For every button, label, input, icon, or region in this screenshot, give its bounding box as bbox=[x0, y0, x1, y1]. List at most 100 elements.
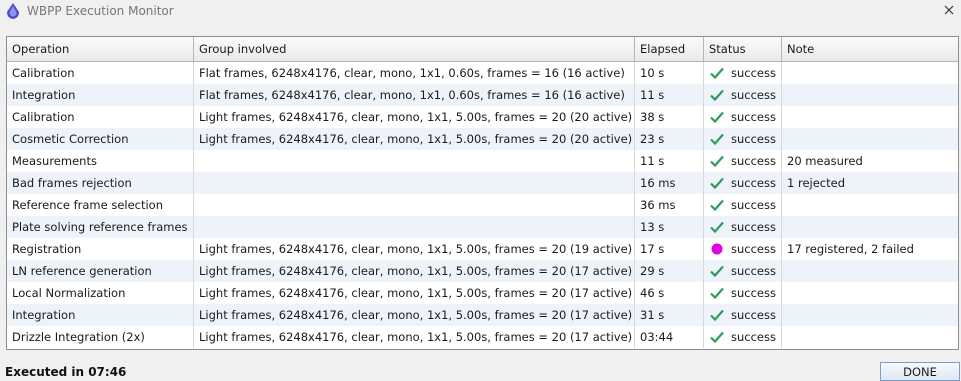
elapsed-cell: 13 s bbox=[635, 216, 704, 238]
operation-cell: Bad frames rejection bbox=[7, 172, 194, 194]
status-content: success bbox=[709, 260, 781, 282]
table-row[interactable]: LN reference generation Light frames, 624… bbox=[7, 260, 958, 282]
execution-time-label: Executed in 07:46 bbox=[5, 365, 127, 379]
group-cell bbox=[194, 216, 635, 238]
header-note[interactable]: Note bbox=[782, 37, 958, 61]
elapsed-cell: 29 s bbox=[635, 260, 704, 282]
status-content: success bbox=[709, 150, 781, 172]
operation-cell: LN reference generation bbox=[7, 260, 194, 282]
table-row[interactable]: Reference frame selection 36 ms success bbox=[7, 194, 958, 216]
note-cell bbox=[782, 216, 958, 238]
group-cell bbox=[194, 194, 635, 216]
note-cell bbox=[782, 128, 958, 150]
status-content: success bbox=[709, 194, 781, 216]
note-cell bbox=[782, 106, 958, 128]
table-header: Operation Group involved Elapsed Status … bbox=[7, 37, 958, 62]
table-row[interactable]: Calibration Flat frames, 6248x4176, clear… bbox=[7, 62, 958, 84]
pixinsight-logo-icon bbox=[7, 3, 19, 19]
elapsed-cell: 10 s bbox=[635, 62, 704, 84]
elapsed-cell: 17 s bbox=[635, 238, 704, 260]
status-cell: success bbox=[704, 260, 782, 282]
status-cell: success bbox=[704, 238, 782, 260]
header-status[interactable]: Status bbox=[704, 37, 782, 61]
table-row[interactable]: Integration Light frames, 6248x4176, clea… bbox=[7, 304, 958, 326]
check-icon bbox=[710, 155, 724, 168]
status-content: success bbox=[709, 84, 781, 106]
operation-cell: Registration bbox=[7, 238, 194, 260]
note-cell bbox=[782, 62, 958, 84]
check-icon bbox=[710, 111, 724, 124]
status-cell: success bbox=[704, 304, 782, 326]
elapsed-cell: 11 s bbox=[635, 84, 704, 106]
operation-cell: Calibration bbox=[7, 62, 194, 84]
window-title: WBPP Execution Monitor bbox=[27, 4, 174, 18]
elapsed-cell: 11 s bbox=[635, 150, 704, 172]
status-text: success bbox=[731, 264, 776, 278]
status-text: success bbox=[731, 286, 776, 300]
note-cell bbox=[782, 282, 958, 304]
status-cell: success bbox=[704, 172, 782, 194]
table-row[interactable]: Plate solving reference frames 13 s succes… bbox=[7, 216, 958, 238]
group-cell bbox=[194, 172, 635, 194]
check-icon bbox=[710, 177, 724, 190]
status-text: success bbox=[731, 198, 776, 212]
status-content: success bbox=[709, 282, 781, 304]
status-content: success bbox=[709, 304, 781, 326]
table-row[interactable]: Calibration Light frames, 6248x4176, clea… bbox=[7, 106, 958, 128]
table-row[interactable]: Integration Flat frames, 6248x4176, clear… bbox=[7, 84, 958, 106]
group-cell bbox=[194, 150, 635, 172]
check-icon bbox=[710, 133, 724, 146]
group-cell: Light frames, 6248x4176, clear, mono, 1x… bbox=[194, 260, 635, 282]
status-text: success bbox=[731, 110, 776, 124]
table-row[interactable]: Registration Light frames, 6248x4176, cle… bbox=[7, 238, 958, 260]
status-cell: success bbox=[704, 62, 782, 84]
status-text: success bbox=[731, 66, 776, 80]
check-icon bbox=[710, 89, 724, 102]
status-text: success bbox=[731, 132, 776, 146]
table-row[interactable]: Drizzle Integration (2x) Light frames, 62… bbox=[7, 326, 958, 348]
elapsed-cell: 38 s bbox=[635, 106, 704, 128]
status-content: success bbox=[709, 326, 781, 348]
operation-cell: Reference frame selection bbox=[7, 194, 194, 216]
title-bar: WBPP Execution Monitor bbox=[0, 0, 961, 25]
close-icon[interactable] bbox=[941, 2, 957, 18]
group-cell: Light frames, 6248x4176, clear, mono, 1x… bbox=[194, 128, 635, 150]
table-row[interactable]: Cosmetic Correction Light frames, 6248x41… bbox=[7, 128, 958, 150]
header-operation[interactable]: Operation bbox=[7, 37, 194, 61]
operation-cell: Measurements bbox=[7, 150, 194, 172]
status-cell: success bbox=[704, 326, 782, 348]
operation-cell: Cosmetic Correction bbox=[7, 128, 194, 150]
status-cell: success bbox=[704, 106, 782, 128]
group-cell: Light frames, 6248x4176, clear, mono, 1x… bbox=[194, 304, 635, 326]
status-content: success bbox=[709, 106, 781, 128]
check-icon bbox=[710, 221, 724, 234]
status-text: success bbox=[731, 220, 776, 234]
done-button[interactable]: DONE bbox=[880, 362, 960, 381]
status-content: success bbox=[709, 128, 781, 150]
check-icon bbox=[710, 331, 724, 344]
group-cell: Light frames, 6248x4176, clear, mono, 1x… bbox=[194, 238, 635, 260]
note-cell: 17 registered, 2 failed bbox=[787, 242, 914, 256]
status-text: success bbox=[731, 88, 776, 102]
table-row[interactable]: Bad frames rejection 16 ms success 1 reject… bbox=[7, 172, 958, 194]
status-cell: success bbox=[704, 150, 782, 172]
header-elapsed[interactable]: Elapsed bbox=[635, 37, 704, 61]
operation-cell: Plate solving reference frames bbox=[7, 216, 194, 238]
status-text: success bbox=[731, 308, 776, 322]
note-cell bbox=[782, 326, 958, 348]
status-content: success bbox=[709, 62, 781, 84]
status-text: success bbox=[731, 176, 776, 190]
group-cell: Light frames, 6248x4176, clear, mono, 1x… bbox=[194, 326, 635, 348]
status-content: success bbox=[709, 216, 781, 238]
status-text: success bbox=[731, 242, 776, 256]
status-text: success bbox=[731, 330, 776, 344]
header-group-involved[interactable]: Group involved bbox=[194, 37, 635, 61]
group-cell: Light frames, 6248x4176, clear, mono, 1x… bbox=[194, 282, 635, 304]
note-cell: 20 measured bbox=[787, 154, 863, 168]
status-text: success bbox=[731, 154, 776, 168]
execution-table: Operation Group involved Elapsed Status … bbox=[6, 36, 959, 350]
group-cell: Flat frames, 6248x4176, clear, mono, 1x1… bbox=[194, 84, 635, 106]
table-row[interactable]: Measurements 11 s success 20 measured bbox=[7, 150, 958, 172]
status-cell: success bbox=[704, 216, 782, 238]
table-row[interactable]: Local Normalization Light frames, 6248x41… bbox=[7, 282, 958, 304]
